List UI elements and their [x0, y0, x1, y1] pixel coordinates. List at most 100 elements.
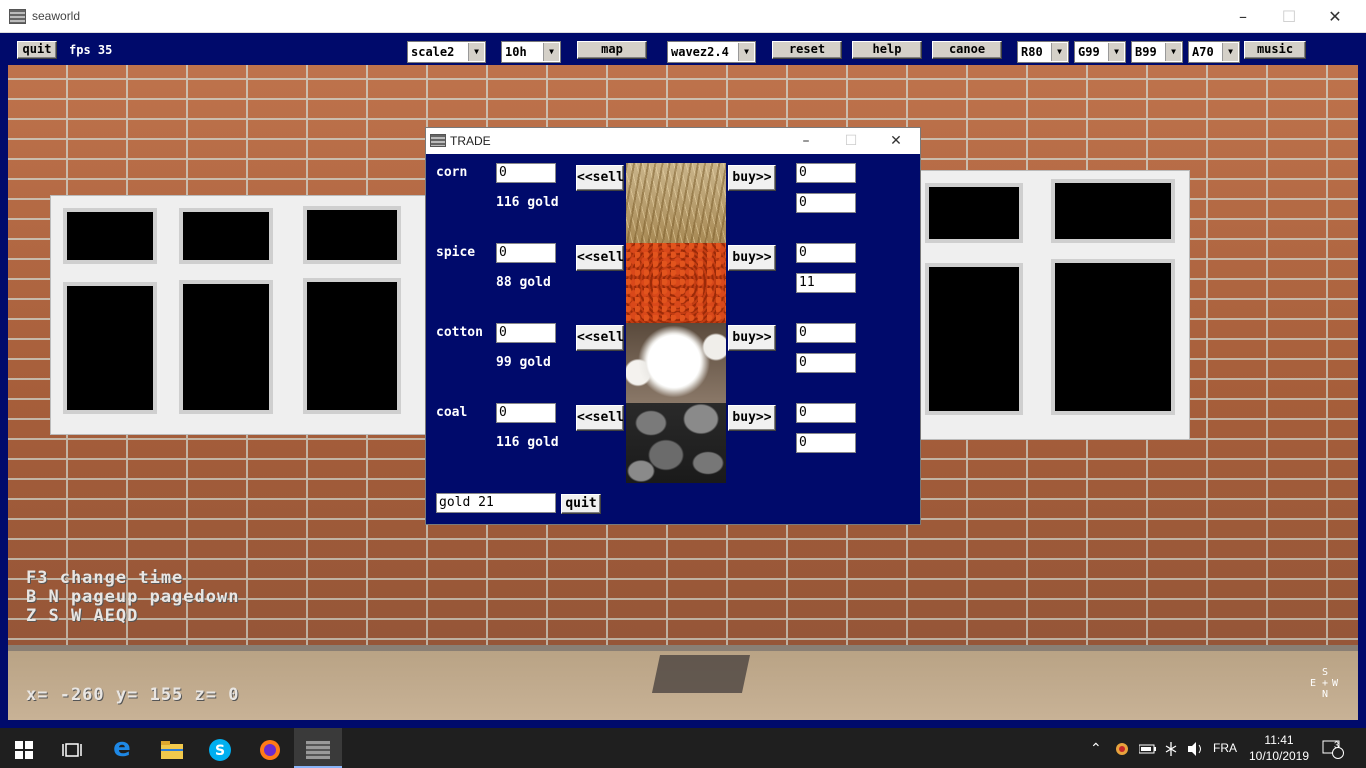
- blue-value: B99: [1135, 45, 1157, 59]
- buy-button[interactable]: buy>>: [728, 245, 776, 271]
- seaworld-taskbar-icon[interactable]: [294, 728, 342, 768]
- chevron-up-icon[interactable]: ⌃: [1090, 728, 1102, 768]
- stock-field[interactable]: 0: [796, 193, 856, 213]
- maximize-icon[interactable]: ☐: [829, 128, 873, 154]
- coal-image: [626, 403, 726, 483]
- goods-name: spice: [436, 245, 476, 260]
- stock-field[interactable]: 11: [796, 273, 856, 293]
- alpha-select[interactable]: A70 ▼: [1188, 41, 1240, 63]
- red-select[interactable]: R80 ▼: [1017, 41, 1069, 63]
- window-pane: [179, 208, 273, 264]
- clock-time: 11:41: [1264, 733, 1294, 747]
- spice-image: [626, 243, 726, 323]
- goods-name: cotton: [436, 325, 483, 340]
- file-explorer-icon[interactable]: [148, 728, 196, 768]
- chevron-down-icon: ▼: [543, 43, 559, 61]
- hud-help-line: B N pageup pagedown: [26, 587, 240, 607]
- language-indicator[interactable]: FRA: [1213, 728, 1237, 768]
- sell-button[interactable]: <<sell: [576, 165, 624, 191]
- music-button[interactable]: music: [1244, 41, 1306, 59]
- window-pane: [303, 206, 401, 264]
- building-window-left: [50, 195, 430, 435]
- toolbar: quit fps 35 scale2 ▼ 10h ▼ map wavez2.4 …: [8, 33, 1358, 65]
- help-button[interactable]: help: [852, 41, 922, 59]
- compass-south: S: [1322, 667, 1329, 678]
- sell-button[interactable]: <<sell: [576, 245, 624, 271]
- battery-icon[interactable]: [1138, 728, 1157, 768]
- map-button[interactable]: map: [577, 41, 647, 59]
- chevron-down-icon: ▼: [738, 43, 754, 61]
- windows-start-icon[interactable]: [0, 728, 48, 768]
- trade-dialog: TRADE – ☐ ✕ corn 0 116 gold <<sell buy>>…: [425, 127, 921, 525]
- firefox-icon[interactable]: [246, 728, 294, 768]
- gold-field[interactable]: gold 21: [436, 493, 556, 513]
- maximize-icon[interactable]: ☐: [1266, 0, 1312, 33]
- compass-north: N: [1322, 689, 1329, 700]
- stock-field[interactable]: 0: [796, 353, 856, 373]
- minimize-icon[interactable]: –: [784, 128, 828, 154]
- task-view-icon[interactable]: [48, 728, 96, 768]
- goods-price: 99 gold: [496, 355, 551, 370]
- stock-field[interactable]: 0: [796, 433, 856, 453]
- compass-east: E: [1310, 678, 1317, 689]
- minimize-icon[interactable]: –: [1220, 0, 1266, 33]
- network-shield-icon[interactable]: [1114, 728, 1130, 768]
- chevron-down-icon: ▼: [1051, 43, 1067, 61]
- chevron-down-icon: ▼: [468, 43, 484, 61]
- skype-icon[interactable]: S: [196, 728, 244, 768]
- volume-icon[interactable]: [1187, 728, 1205, 768]
- blue-select[interactable]: B99 ▼: [1131, 41, 1183, 63]
- sell-button[interactable]: <<sell: [576, 405, 624, 431]
- buy-button[interactable]: buy>>: [728, 405, 776, 431]
- wave-value: wavez2.4: [671, 45, 729, 59]
- time-select[interactable]: 10h ▼: [501, 41, 561, 63]
- sell-quantity-input[interactable]: 0: [496, 243, 556, 263]
- taskbar: e S ⌃ FRA 11:41 10/10/2019 3: [0, 728, 1366, 768]
- green-select[interactable]: G99 ▼: [1074, 41, 1126, 63]
- reset-button[interactable]: reset: [772, 41, 842, 59]
- scale-value: scale2: [411, 45, 455, 59]
- sell-button[interactable]: <<sell: [576, 325, 624, 351]
- compass-west: W: [1332, 678, 1339, 689]
- buy-quantity-input[interactable]: 0: [796, 243, 856, 263]
- red-value: R80: [1021, 45, 1043, 59]
- hud-help-line: F3 change time: [26, 568, 184, 588]
- close-icon[interactable]: ✕: [874, 128, 918, 154]
- sell-quantity-input[interactable]: 0: [496, 323, 556, 343]
- goods-name: coal: [436, 405, 468, 420]
- fps-label: fps 35: [69, 43, 113, 57]
- wave-select[interactable]: wavez2.4 ▼: [667, 41, 756, 63]
- app-icon: [430, 134, 446, 147]
- buy-button[interactable]: buy>>: [728, 325, 776, 351]
- canoe-button[interactable]: canoe: [932, 41, 1002, 59]
- trade-title: TRADE: [450, 134, 491, 148]
- cotton-image: [626, 323, 726, 403]
- buy-button[interactable]: buy>>: [728, 165, 776, 191]
- goods-price: 116 gold: [496, 435, 559, 450]
- sell-quantity-input[interactable]: 0: [496, 163, 556, 183]
- power-plug-icon[interactable]: [1163, 728, 1179, 768]
- buy-quantity-input[interactable]: 0: [796, 163, 856, 183]
- chevron-down-icon: ▼: [1165, 43, 1181, 61]
- goods-name: corn: [436, 165, 468, 180]
- scale-select[interactable]: scale2 ▼: [407, 41, 486, 63]
- trade-quit-button[interactable]: quit: [561, 494, 601, 514]
- alpha-value: A70: [1192, 45, 1214, 59]
- quit-button[interactable]: quit: [17, 41, 57, 59]
- goods-price: 88 gold: [496, 275, 551, 290]
- system-clock[interactable]: 11:41 10/10/2019: [1244, 732, 1314, 764]
- chevron-down-icon: ▼: [1222, 43, 1238, 61]
- notification-center-icon[interactable]: 3: [1322, 728, 1344, 768]
- chevron-down-icon: ▼: [1108, 43, 1124, 61]
- notification-count: 3: [1334, 740, 1340, 750]
- sell-quantity-input[interactable]: 0: [496, 403, 556, 423]
- close-icon[interactable]: ✕: [1312, 0, 1358, 33]
- edge-browser-icon[interactable]: e: [98, 728, 146, 768]
- buy-quantity-input[interactable]: 0: [796, 403, 856, 423]
- window-pane: [1051, 259, 1175, 415]
- window-pane: [925, 263, 1023, 415]
- compass-icon: S E + W N: [1310, 667, 1344, 707]
- goods-price: 116 gold: [496, 195, 559, 210]
- clock-date: 10/10/2019: [1248, 749, 1310, 763]
- buy-quantity-input[interactable]: 0: [796, 323, 856, 343]
